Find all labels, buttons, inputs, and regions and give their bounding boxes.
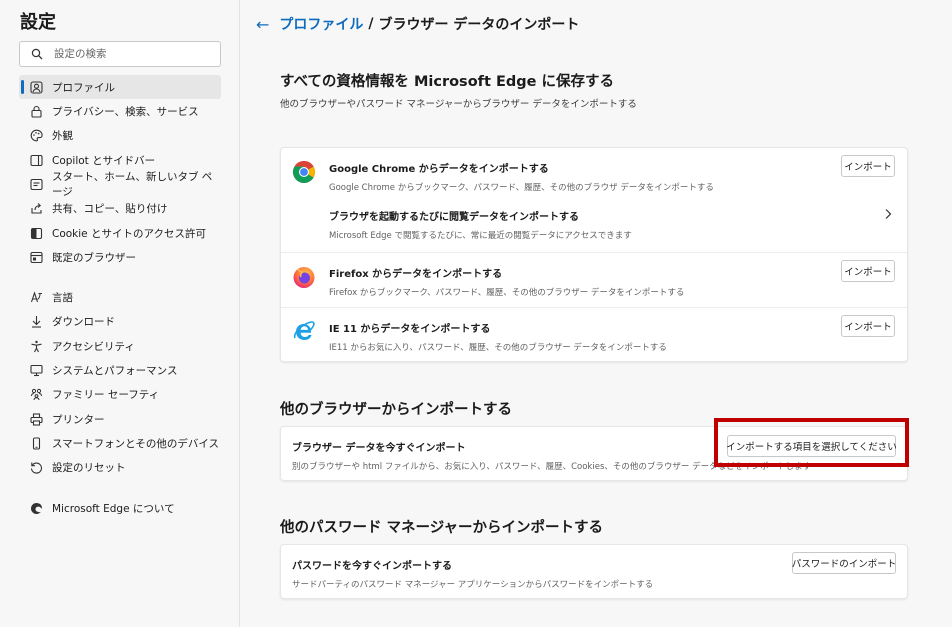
sidebar-item-label: 既定のブラウザー (52, 251, 136, 264)
chrome-import-title: Google Chrome からデータをインポートする (329, 164, 549, 175)
download-icon (29, 314, 43, 328)
sidebar-item-label: Microsoft Edge について (52, 502, 175, 515)
chevron-right-icon (885, 209, 892, 219)
section-title-save-credentials: すべての資格情報を Microsoft Edge に保存する (280, 74, 614, 90)
share-icon (29, 201, 43, 215)
sidebar-item-label: スマートフォンとその他のデバイス (52, 437, 220, 450)
settings-search-input[interactable] (54, 45, 214, 63)
phone-icon (29, 436, 43, 450)
sidebar-item-label: 共有、コピー、貼り付け (52, 202, 168, 215)
sidebar-item-label: スタート、ホーム、新しいタブ ページ (52, 171, 213, 198)
ie-import-desc: IE11 からお気に入り、パスワード、履歴、その他のブラウザー データをインポー… (329, 343, 667, 353)
chrome-auto-import-desc: Microsoft Edge で閲覧するたびに、常に最近の閲覧データにアクセスで… (329, 231, 632, 241)
section-title-other-browsers: 他のブラウザーからインポートする (280, 402, 512, 418)
page-title: ブラウザー データのインポート (378, 17, 580, 33)
sidebar-item-label: ダウンロード (52, 315, 115, 328)
breadcrumb-parent-link[interactable]: プロファイル (279, 14, 363, 34)
chrome-import-desc: Google Chrome からブックマーク、パスワード、履歴、その他のブラウザ… (329, 183, 714, 193)
ie-import-title: IE 11 からデータをインポートする (329, 324, 491, 335)
import-sources-card: Google Chrome からデータをインポートする Google Chrom… (280, 147, 908, 362)
sidebar-item-default-browser[interactable]: 既定のブラウザー (19, 245, 221, 269)
settings-sidebar: 設定 プロファイル プライバシー、検索、サービス 外観 Copilot とサイド… (0, 0, 240, 627)
ie-icon (293, 321, 315, 340)
sidebar-icon (29, 153, 43, 167)
sidebar-item-cookies[interactable]: Cookie とサイトのアクセス許可 (19, 221, 221, 245)
sidebar-item-about[interactable]: Microsoft Edge について (19, 496, 221, 520)
sidebar-item-label: アクセシビリティ (52, 340, 135, 353)
accessibility-icon (29, 339, 43, 353)
sidebar-item-profile[interactable]: プロファイル (19, 75, 221, 99)
sidebar-item-label: プロファイル (52, 81, 115, 94)
browser-icon (29, 250, 43, 264)
sidebar-item-printers[interactable]: プリンター (19, 407, 221, 431)
chrome-auto-import-row[interactable]: ブラウザを起動するたびに閲覧データをインポートする Microsoft Edge… (281, 200, 907, 248)
lock-icon (29, 104, 43, 118)
breadcrumb: ← プロファイル / ブラウザー データのインポート (256, 14, 579, 34)
firefox-icon (293, 267, 315, 288)
sidebar-item-appearance[interactable]: 外観 (19, 123, 221, 147)
profile-icon (29, 80, 43, 94)
sidebar-item-share[interactable]: 共有、コピー、貼り付け (19, 196, 221, 220)
chrome-icon (293, 161, 315, 183)
palette-icon (29, 128, 43, 142)
password-managers-card: パスワードを今すぐインポートする サードパーティのパスワード マネージャー アプ… (280, 544, 908, 599)
sidebar-item-family-safety[interactable]: ファミリー セーフティ (19, 382, 221, 406)
printer-icon (29, 412, 43, 426)
firefox-import-row: Firefox からデータをインポートする Firefox からブックマーク、パ… (281, 252, 907, 307)
password-import-now-desc: サードパーティのパスワード マネージャー アプリケーションからパスワードをインポ… (292, 580, 654, 590)
sidebar-item-label: システムとパフォーマンス (52, 364, 178, 377)
sidebar-item-label: プリンター (52, 413, 105, 426)
ie-import-row: IE 11 からデータをインポートする IE11 からお気に入り、パスワード、履… (281, 307, 907, 362)
password-import-button[interactable]: パスワードのインポート (792, 552, 896, 574)
family-icon (29, 387, 43, 401)
edge-icon (29, 501, 43, 515)
red-highlight-box (714, 418, 909, 467)
sidebar-item-reset[interactable]: 設定のリセット (19, 455, 221, 479)
firefox-import-button[interactable]: インポート (841, 260, 895, 282)
sidebar-item-language[interactable]: 言語 (19, 285, 221, 309)
section-subtitle: 他のブラウザーやパスワード マネージャーからブラウザー データをインポートする (280, 99, 637, 110)
back-arrow-icon[interactable]: ← (256, 15, 269, 34)
chrome-import-row: Google Chrome からデータをインポートする Google Chrom… (281, 148, 907, 252)
sidebar-item-label: プライバシー、検索、サービス (52, 105, 199, 118)
sidebar-title: 設定 (20, 12, 56, 33)
sidebar-item-label: 外観 (52, 129, 73, 142)
cookie-icon (29, 226, 43, 240)
sidebar-item-label: 言語 (52, 291, 73, 304)
chrome-auto-import-title: ブラウザを起動するたびに閲覧データをインポートする (329, 212, 579, 223)
reset-icon (29, 460, 43, 474)
settings-search-box[interactable] (19, 41, 221, 67)
home-grid-icon (29, 177, 43, 191)
firefox-import-title: Firefox からデータをインポートする (329, 269, 503, 280)
sidebar-item-system[interactable]: システムとパフォーマンス (19, 358, 221, 382)
sidebar-item-phone-devices[interactable]: スマートフォンとその他のデバイス (19, 431, 221, 455)
sidebar-item-label: ファミリー セーフティ (52, 388, 160, 401)
sidebar-item-label: Cookie とサイトのアクセス許可 (52, 227, 206, 240)
system-icon (29, 363, 43, 377)
sidebar-item-start-home[interactable]: スタート、ホーム、新しいタブ ページ (19, 171, 221, 198)
browser-import-now-title: ブラウザー データを今すぐインポート (292, 443, 466, 454)
sidebar-item-label: Copilot とサイドバー (52, 154, 156, 167)
sidebar-item-accessibility[interactable]: アクセシビリティ (19, 334, 221, 358)
main-content: ← プロファイル / ブラウザー データのインポート すべての資格情報を Mic… (241, 0, 952, 627)
sidebar-item-privacy[interactable]: プライバシー、検索、サービス (19, 99, 221, 123)
ie-import-button[interactable]: インポート (841, 315, 895, 337)
chrome-import-button[interactable]: インポート (841, 155, 895, 177)
language-icon (29, 290, 43, 304)
sidebar-item-downloads[interactable]: ダウンロード (19, 309, 221, 333)
breadcrumb-separator: / (368, 16, 374, 32)
password-import-now-title: パスワードを今すぐインポートする (292, 561, 452, 572)
firefox-import-desc: Firefox からブックマーク、パスワード、履歴、その他のブラウザー データを… (329, 288, 685, 298)
sidebar-item-label: 設定のリセット (52, 461, 126, 474)
section-title-password-managers: 他のパスワード マネージャーからインポートする (280, 520, 604, 536)
search-icon (31, 48, 43, 60)
